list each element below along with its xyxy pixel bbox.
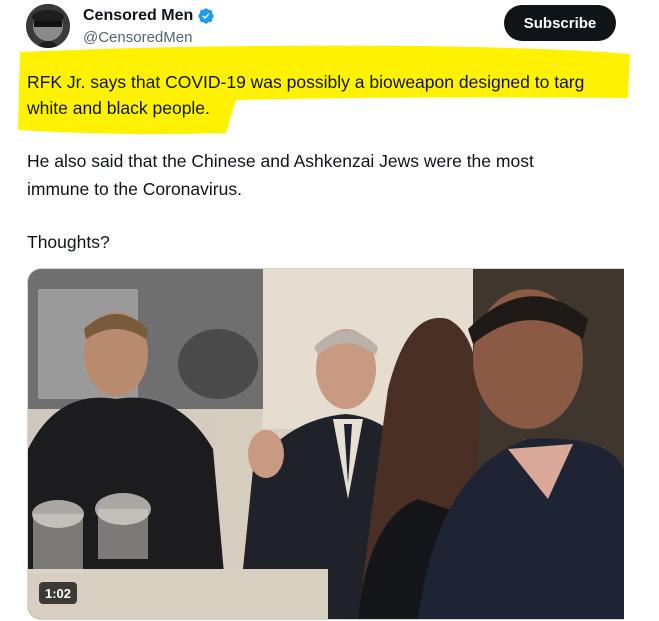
video-duration-badge: 1:02 [39,582,78,604]
tweet-text-line: He also said that the Chinese and Ashken… [27,151,534,171]
video-player[interactable] [27,268,624,620]
tweet-text-line: white and black people. [27,98,210,118]
video-frame [28,269,624,619]
tweet-text-line: immune to the Coronavirus. [27,179,242,199]
tweet-text-line: Thoughts? [27,232,110,252]
tweet-text-line: RFK Jr. says that COVID-19 was possibly … [27,72,585,92]
